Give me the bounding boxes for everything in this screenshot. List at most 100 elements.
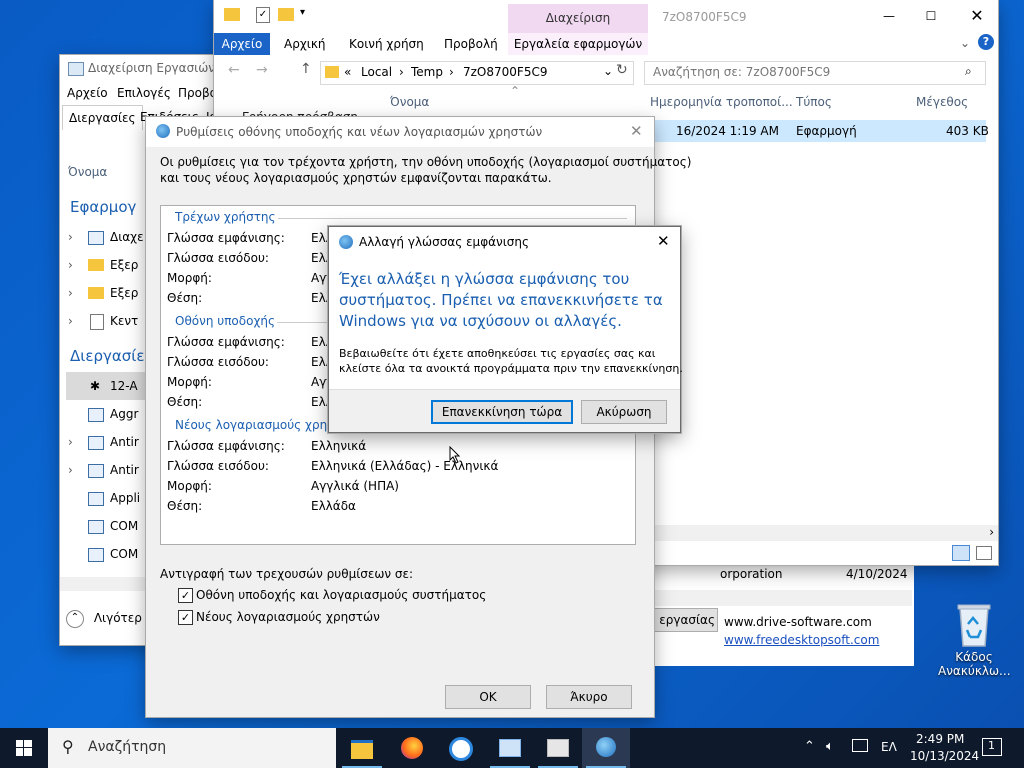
label-location: Θέση: [167,395,203,409]
clock-date[interactable]: 10/13/2024 [910,749,979,763]
alert-main-line-3: Windows για να ισχύσουν οι αλλαγές. [339,312,622,330]
checkbox-new-users-label[interactable]: Νέους λογαριασμούς χρηστών [196,610,380,624]
taskbar-region-settings[interactable] [582,728,630,768]
checkbox-welcome-screen[interactable]: ✓ [178,588,193,603]
label-format: Μορφή: [167,479,212,493]
alert-footer: Επανεκκίνηση τώρα Ακύρωση [329,389,680,432]
breadcrumb-temp[interactable]: Temp [411,65,443,79]
notification-center-button[interactable]: 1 [982,738,1002,756]
fewer-details-button[interactable]: ⌃ Λιγότερ [66,607,142,629]
label-input-language: Γλώσσα εισόδου: [167,355,269,369]
start-button[interactable] [0,728,48,768]
chevron-right-icon: › [68,435,73,449]
recycle-bin-shortcut[interactable]: Κάδος Ανακύκλω... [938,600,1011,686]
tab-home[interactable]: Αρχική [284,33,326,55]
column-header-date[interactable]: Ημερομηνία τροποποί... [650,95,793,109]
checkbox-new-users[interactable]: ✓ [178,610,193,625]
change-display-language-dialog[interactable]: Αλλαγή γλώσσας εμφάνισης ✕ Έχει αλλάξει … [328,226,683,433]
address-bar[interactable]: « Local › Temp › 7zO8700F5C9 ⌄ [320,61,634,85]
copy-settings-label: Αντιγραφή των τρεχουσών ρυθμίσεων σε: [160,567,414,581]
list-item-label: Εξερ [110,258,139,272]
breadcrumb-folder[interactable]: 7zO8700F5C9 [463,65,547,79]
column-header-name[interactable]: Όνομα [390,95,429,109]
windows-logo-icon [16,740,32,756]
document-icon [90,314,104,330]
taskbar-firefox[interactable] [388,728,436,768]
chevron-down-icon[interactable]: ⌄ [960,36,970,50]
taskbar-explorer[interactable] [338,728,386,768]
globe-icon [156,124,170,138]
process-icon [88,436,104,450]
value-display-language: Ελληνικά [311,439,367,453]
close-button[interactable]: ✕ [962,2,992,30]
table-row[interactable]: 16/2024 1:19 AM Εφαρμογή 403 KB [654,120,989,142]
horizontal-scrollbar[interactable] [654,590,912,606]
taskbar-app[interactable] [534,728,582,768]
tab-view[interactable]: Προβολή [444,33,498,55]
alert-sub-line-1: Βεβαιωθείτε ότι έχετε αποθηκεύσει τις ερ… [339,347,656,360]
globe-icon [339,235,353,249]
new-folder-icon[interactable] [278,8,294,21]
forward-arrow-icon[interactable]: → [256,62,268,78]
label-location: Θέση: [167,291,203,305]
task-manager-title: Διαχείριση Εργασιών [88,61,215,75]
label-input-language: Γλώσσα εισόδου: [167,251,269,265]
chevron-up-icon[interactable]: ⌃ [804,739,815,754]
refresh-icon[interactable]: ↻ [616,62,628,78]
volume-muted-icon[interactable]: 🔈︎ [826,739,834,754]
list-item-label: Διαχε [110,230,144,244]
process-icon [88,492,104,506]
chevron-right-icon: › [68,230,73,244]
network-icon[interactable] [852,739,868,752]
checkbox-welcome-screen-label[interactable]: Οθόνη υποδοχής και λογαριασμούς συστήματ… [196,588,486,602]
column-header-type[interactable]: Τύπος [796,95,832,109]
list-item-label: COM [110,547,139,561]
taskbar-chrome-like[interactable] [436,728,484,768]
chevron-right-icon: › [68,463,73,477]
horizontal-scrollbar[interactable]: › [654,525,998,541]
link-drive-software[interactable]: www.drive-software.com [724,615,872,629]
details-view-icon[interactable] [952,545,970,561]
menu-options[interactable]: Επιλογές [117,86,171,100]
ok-button[interactable]: OK [445,685,531,709]
help-icon[interactable]: ? [978,34,994,50]
properties-icon[interactable]: ✓ [256,7,270,23]
restart-now-button[interactable]: Επανεκκίνηση τώρα [431,400,573,424]
close-icon[interactable]: ✕ [630,122,643,140]
end-task-button[interactable]: εργασίας [654,608,718,632]
minimize-button[interactable]: — [874,2,904,30]
up-arrow-icon[interactable]: ↑ [300,61,312,77]
close-icon[interactable]: ✕ [657,232,670,250]
maximize-button[interactable]: ☐ [916,2,946,30]
tab-app-tools[interactable]: Εργαλεία εφαρμογών [508,33,648,55]
explorer-titlebar[interactable]: ✓ ▾ Διαχείριση 7zO8700F5C9 — ☐ ✕ [214,0,998,33]
menu-file[interactable]: Αρχείο [67,86,108,100]
back-arrow-icon[interactable]: ← [228,62,240,78]
manage-context-tab[interactable]: Διαχείριση [508,4,648,33]
large-icons-view-icon[interactable] [976,546,992,560]
list-item-label: Κεντ [110,314,139,328]
breadcrumb-local[interactable]: Local [361,65,392,79]
process-icon [88,520,104,534]
mouse-cursor-icon [449,446,461,464]
search-input[interactable]: Αναζήτηση σε: 7zO8700F5C9 ⌕ [644,61,986,85]
customize-qat-icon[interactable]: ▾ [300,7,305,18]
tab-file[interactable]: Αρχείο [214,33,270,55]
end-task-label: εργασίας [659,613,715,627]
browser-icon [449,737,473,761]
group-current-user: Τρέχων χρήστης [173,210,278,224]
link-freedesktopsoft[interactable]: www.freedesktopsoft.com [724,633,879,647]
chevron-down-icon[interactable]: ⌄ [603,64,613,78]
language-indicator[interactable]: ΕΛ [881,740,897,754]
folder-icon [325,66,339,78]
tab-share[interactable]: Κοινή χρήση [349,33,424,55]
column-header-name[interactable]: Όνομα [68,165,107,179]
taskbar-search[interactable]: ⚲ Αναζήτηση [48,728,336,768]
column-header-size[interactable]: Μέγεθος [916,95,968,109]
cancel-button[interactable]: Ακύρωση [581,400,667,424]
clock-time[interactable]: 2:49 PM [916,732,964,746]
dialog-titlebar[interactable]: Ρυθμίσεις οθόνης υποδοχής και νέων λογαρ… [146,117,654,147]
tab-processes[interactable]: Διεργασίες [62,105,143,130]
taskbar-task-manager[interactable] [486,728,534,768]
cancel-button[interactable]: Άκυρο [546,685,632,709]
